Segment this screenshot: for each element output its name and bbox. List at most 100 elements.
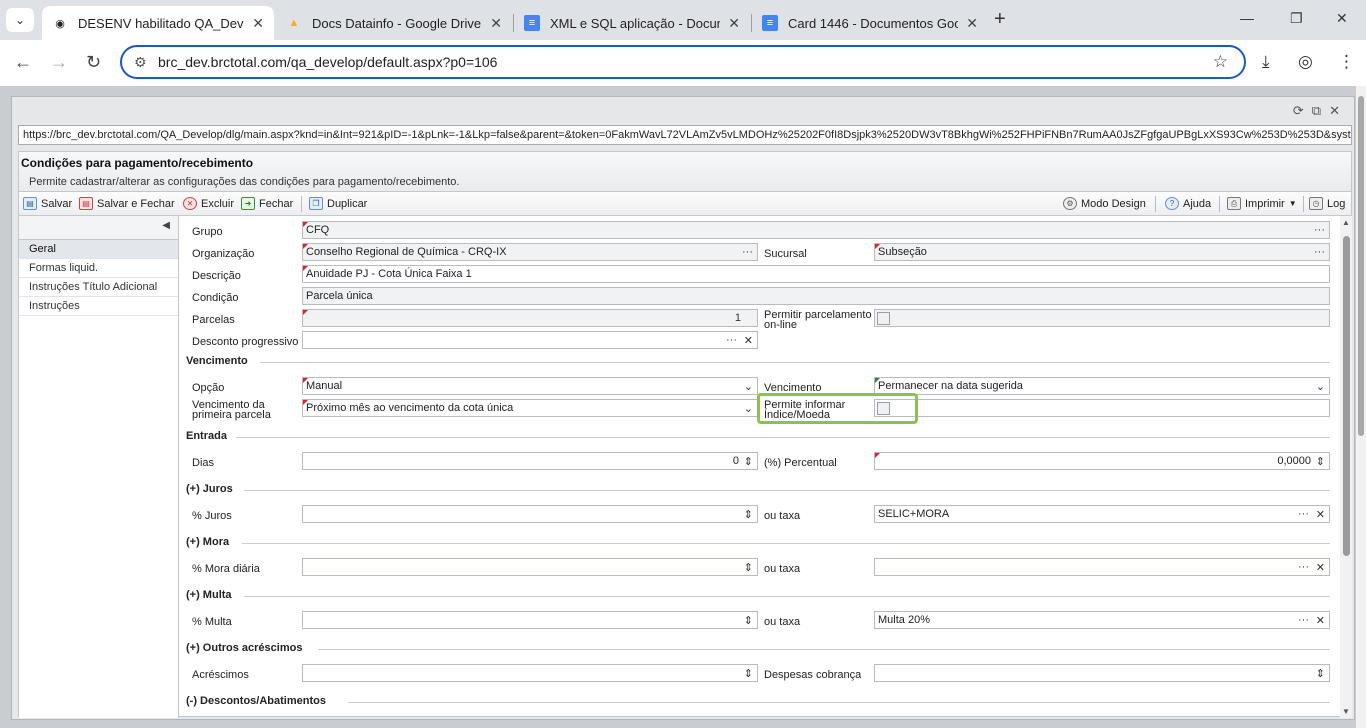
spinner-icon[interactable]: ⇕ [744, 508, 753, 521]
vencimento-select[interactable]: Permanecer na data sugerida ⌄ [874, 377, 1330, 395]
browser-tab-active[interactable]: ◉ DESENV habilitado QA_Develop ✕ [42, 6, 274, 40]
address-bar[interactable]: ⚙ brc_dev.brctotal.com/qa_develop/defaul… [120, 45, 1246, 79]
multa-taxa-label: ou taxa [764, 616, 801, 628]
reload-icon[interactable]: ↻ [86, 52, 101, 73]
nav-item-formas-liquid[interactable]: Formas liquid. [19, 259, 178, 278]
opcao-select[interactable]: Manual ⌄ [302, 377, 758, 395]
close-tab-icon[interactable]: ✕ [490, 15, 502, 32]
sucursal-field[interactable]: Subseção ··· [874, 243, 1330, 261]
multa-input[interactable]: ⇕ [302, 611, 758, 629]
despesas-label: Despesas cobrança [764, 669, 862, 681]
spinner-icon[interactable]: ⇕ [744, 614, 753, 627]
toolbar-separator [1155, 196, 1156, 212]
clear-icon[interactable]: ✕ [1316, 614, 1325, 627]
ellipsis-icon[interactable]: ··· [1298, 614, 1309, 626]
multa-taxa-field[interactable]: Multa 20% ··· ✕ [874, 611, 1330, 629]
permitir-parcelamento-checkbox[interactable] [877, 312, 890, 325]
page-scrollbar[interactable] [1356, 86, 1366, 728]
popout-icon[interactable]: ⧉ [1312, 103, 1329, 118]
close-icon[interactable]: ✕ [1329, 103, 1348, 118]
help-label: Ajuda [1183, 197, 1212, 210]
bookmark-star-icon[interactable]: ☆ [1213, 52, 1228, 72]
scroll-down-icon[interactable]: ▼ [1342, 707, 1350, 716]
nav-item-geral[interactable]: Geral [19, 240, 178, 259]
design-mode-button[interactable]: ⚙ Modo Design [1063, 197, 1146, 210]
new-tab-icon[interactable]: + [994, 8, 1006, 31]
spinner-icon[interactable]: ⇕ [1316, 667, 1325, 680]
profile-icon[interactable]: ◎ [1298, 52, 1313, 72]
form-scrollbar[interactable]: ▲ ▼ [1340, 216, 1352, 718]
spinner-icon[interactable]: ⇕ [1316, 455, 1325, 468]
browser-tab[interactable]: ≡ XML e SQL aplicação - Docume ✕ [514, 6, 750, 40]
close-tab-icon[interactable]: ✕ [966, 15, 978, 32]
desconto-progressivo-field[interactable]: ··· ✕ [302, 331, 758, 349]
help-button[interactable]: ? Ajuda [1165, 197, 1211, 210]
section-vencimento: Vencimento [186, 355, 248, 367]
download-icon[interactable]: ⤓ [1262, 52, 1270, 72]
nav-item-instrucoes[interactable]: Instruções [19, 297, 178, 316]
ellipsis-icon[interactable]: ··· [1298, 561, 1309, 573]
dias-input[interactable]: 0 ⇕ [302, 452, 758, 470]
despesas-input[interactable]: ⇕ [874, 664, 1330, 682]
grupo-field[interactable]: CFQ ··· [302, 221, 1330, 239]
close-tab-icon[interactable]: ✕ [252, 15, 264, 32]
page-scrollbar-thumb[interactable] [1358, 96, 1364, 436]
address-url[interactable]: brc_dev.brctotal.com/qa_develop/default.… [158, 54, 497, 70]
log-button[interactable]: ◷ Log [1309, 197, 1345, 210]
clear-icon[interactable]: ✕ [1316, 561, 1325, 574]
scroll-up-icon[interactable]: ▲ [1342, 218, 1350, 227]
refresh-icon[interactable]: ⟳ [1293, 103, 1312, 118]
parcelas-value: 1 [734, 312, 741, 324]
dias-value: 0 [732, 455, 739, 467]
clear-icon[interactable]: ✕ [1316, 508, 1325, 521]
close-tab-icon[interactable]: ✕ [728, 15, 740, 32]
percentual-input[interactable]: 0,0000 ⇕ [874, 452, 1330, 470]
mora-input[interactable]: ⇕ [302, 558, 758, 576]
save-label: Salvar [41, 197, 73, 210]
clear-icon[interactable]: ✕ [744, 334, 753, 347]
multa-label: % Multa [192, 616, 232, 628]
design-label: Modo Design [1081, 197, 1146, 210]
spinner-icon[interactable]: ⇕ [744, 455, 753, 468]
back-icon[interactable]: ← [14, 52, 32, 73]
nav-item-instrucoes-titulo[interactable]: Instruções Título Adicional [19, 278, 178, 297]
dialog-url-field[interactable]: https://brc_dev.brctotal.com/QA_Develop/… [18, 125, 1352, 145]
collapse-nav-button[interactable]: ◀ [19, 216, 178, 240]
descricao-label: Descrição [192, 270, 241, 282]
spinner-icon[interactable]: ⇕ [744, 561, 753, 574]
scrollbar-thumb[interactable] [1343, 236, 1350, 556]
section-entrada: Entrada [186, 430, 227, 442]
browser-tab[interactable]: ≡ Card 1446 - Documentos Goog ✕ [752, 6, 988, 40]
minimize-icon[interactable]: — [1240, 10, 1254, 26]
forward-icon[interactable]: → [50, 52, 68, 73]
save-close-button[interactable]: ▤ Salvar e Fechar [79, 197, 175, 210]
juros-input[interactable]: ⇕ [302, 505, 758, 523]
descricao-input[interactable]: Anuidade PJ - Cota Única Faixa 1 [302, 265, 1330, 283]
spinner-icon[interactable]: ⇕ [744, 667, 753, 680]
save-button[interactable]: ▤ Salvar [23, 197, 72, 210]
juros-taxa-field[interactable]: SELIC+MORA ··· ✕ [874, 505, 1330, 523]
print-button[interactable]: ⎙ Imprimir ▼ [1227, 197, 1297, 210]
organizacao-field[interactable]: Conselho Regional de Química - CRQ-IX ··· [302, 243, 758, 261]
delete-button[interactable]: ✕ Excluir [183, 197, 234, 210]
dialog-content: Condições para pagamento/recebimento Per… [18, 151, 1352, 718]
ellipsis-icon[interactable]: ··· [1314, 224, 1325, 236]
ellipsis-icon[interactable]: ··· [1298, 508, 1309, 520]
restore-icon[interactable]: ❐ [1290, 10, 1303, 27]
mora-taxa-field[interactable]: ··· ✕ [874, 558, 1330, 576]
ellipsis-icon[interactable]: ··· [1314, 246, 1325, 258]
duplicate-button[interactable]: ❐ Duplicar [309, 197, 367, 210]
dropdown-arrow-icon[interactable]: ▼ [1289, 199, 1297, 208]
acrescimos-input[interactable]: ⇕ [302, 664, 758, 682]
ellipsis-icon[interactable]: ··· [742, 246, 753, 258]
section-divider [318, 649, 1330, 650]
site-info-icon[interactable]: ⚙ [134, 54, 147, 71]
tab-search-button[interactable]: ⌄ [6, 8, 34, 32]
dias-label: Dias [192, 457, 215, 469]
close-window-icon[interactable]: ✕ [1336, 10, 1348, 27]
browser-tab[interactable]: ▲ Docs Datainfo - Google Drive ✕ [276, 6, 512, 40]
venc-primeira-select[interactable]: Próximo mês ao vencimento da cota única ⌄ [302, 399, 758, 417]
close-button[interactable]: ➜ Fechar [241, 197, 293, 210]
menu-icon[interactable]: ⋮ [1338, 52, 1355, 72]
ellipsis-icon[interactable]: ··· [726, 334, 737, 346]
